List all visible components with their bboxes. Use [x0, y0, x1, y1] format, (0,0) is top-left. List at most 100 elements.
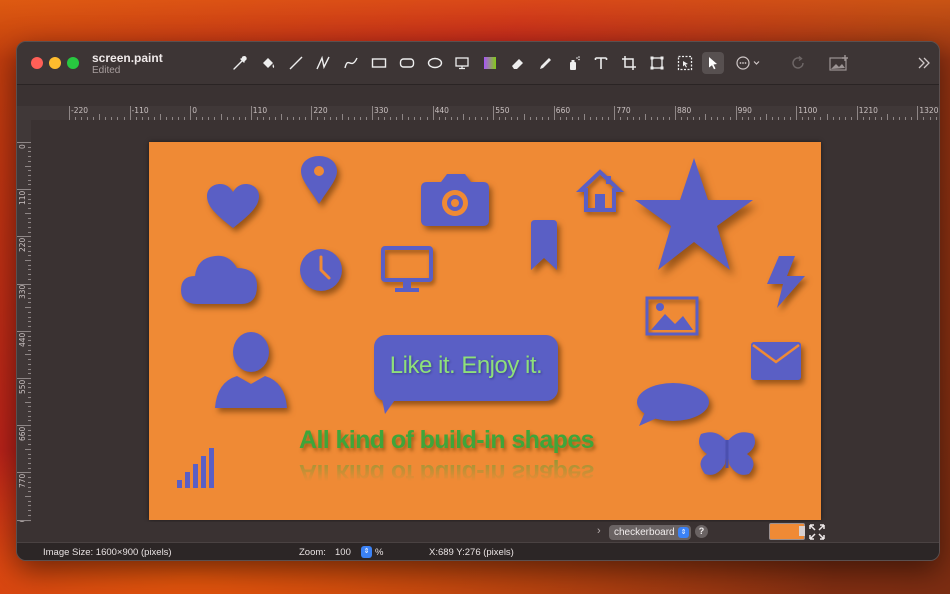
select-arrows-icon: ⇕ — [678, 527, 689, 538]
text-icon — [595, 57, 608, 69]
person-shape[interactable] — [215, 332, 287, 408]
horizontal-ruler: -220 -110 0 110 220 330 440 550 660 770 880 990 1100… — [31, 106, 939, 120]
signal-bars-shape[interactable] — [177, 448, 215, 488]
headline-reflection: All kind of build-in shapes — [299, 459, 594, 487]
ruler-major-tick — [553, 106, 555, 120]
curve-icon — [344, 57, 358, 69]
ruler-label: 1210 — [858, 106, 878, 115]
minimize-window-button[interactable] — [49, 57, 61, 69]
toolbar-overflow-button[interactable] — [913, 52, 935, 74]
chevron-right-icon[interactable]: › — [597, 525, 601, 537]
rounded-rect-tool[interactable] — [396, 52, 418, 74]
ruler-major-tick — [796, 106, 798, 120]
color-well-dropdown[interactable] — [799, 526, 805, 536]
monitor-shape[interactable] — [381, 246, 433, 292]
butterfly-shape[interactable] — [697, 432, 757, 478]
rectangle-icon — [371, 58, 387, 68]
ruler-label: 330 — [374, 106, 389, 115]
ruler-label: -110 — [131, 106, 149, 115]
chat-bubble-shape[interactable] — [635, 382, 709, 428]
ruler-label: 660 — [18, 426, 27, 441]
picture-shape[interactable] — [645, 296, 699, 336]
map-pin-shape[interactable] — [301, 156, 337, 204]
fit-to-window-button[interactable] — [809, 524, 825, 540]
cloud-shape[interactable] — [181, 248, 257, 304]
pencil-tool[interactable] — [535, 52, 557, 74]
crop-tool[interactable] — [618, 52, 640, 74]
shape-library-tool[interactable] — [451, 52, 473, 74]
ruler-label: 110 — [18, 190, 27, 205]
ruler-label: 220 — [18, 237, 27, 253]
selection-icon — [677, 55, 692, 71]
camera-shape[interactable] — [421, 172, 489, 226]
more-options-icon — [736, 56, 760, 70]
eyedropper-icon — [233, 56, 247, 70]
zoom-label: Zoom: — [299, 547, 326, 558]
chevron-double-right-icon — [918, 57, 930, 69]
lightning-shape[interactable] — [765, 256, 805, 308]
zoom-stepper[interactable]: ⇕ — [361, 546, 372, 558]
zoom-input[interactable]: 100 — [329, 545, 361, 560]
heart-shape[interactable] — [207, 184, 259, 230]
ruler-major-tick — [735, 106, 737, 120]
vertical-ruler: 0110220330440550660770880 — [17, 120, 31, 542]
ruler-label: 1100 — [798, 106, 818, 115]
add-image-icon — [829, 55, 848, 71]
ruler-major-tick — [917, 106, 919, 120]
ruler-major-tick — [17, 330, 31, 332]
house-shape[interactable] — [575, 169, 625, 212]
polyline-tool[interactable] — [312, 52, 334, 74]
clock-shape[interactable] — [299, 248, 343, 292]
ruler-major-tick — [856, 106, 858, 120]
star-shape[interactable] — [635, 158, 753, 270]
bookmark-shape[interactable] — [531, 220, 557, 270]
gradient-tool[interactable] — [479, 52, 501, 74]
curve-tool[interactable] — [340, 52, 362, 74]
text-tool[interactable] — [590, 52, 612, 74]
ruler-label: 1320 — [919, 106, 939, 115]
selection-tool[interactable] — [674, 52, 696, 74]
drawing-canvas[interactable]: Like it. Enjoy it. All kind of build-in … — [149, 142, 821, 520]
zoom-window-button[interactable] — [67, 57, 79, 69]
ruler-label: 110 — [252, 106, 268, 115]
headline-text[interactable]: All kind of build-in shapes — [299, 426, 595, 455]
ruler-label: 440 — [434, 106, 449, 115]
canvas-workspace[interactable]: Like it. Enjoy it. All kind of build-in … — [31, 120, 939, 522]
spray-tool[interactable] — [563, 52, 585, 74]
speech-bubble-tail — [381, 394, 399, 414]
eraser-tool[interactable] — [507, 52, 529, 74]
speech-bubble-text[interactable]: Like it. Enjoy it. — [374, 352, 558, 380]
pencil-icon — [539, 58, 551, 69]
more-options-button[interactable] — [735, 52, 769, 74]
transform-tool[interactable] — [646, 52, 668, 74]
background-mode-select[interactable]: checkerboard ⇕ — [609, 525, 691, 540]
ruler-label: 330 — [18, 285, 27, 300]
secondary-toolbar — [17, 84, 939, 106]
pointer-tool[interactable] — [701, 52, 724, 74]
close-window-button[interactable] — [31, 57, 43, 69]
ruler-label: 550 — [18, 379, 27, 394]
ruler-major-tick — [69, 106, 70, 120]
rotate-button[interactable] — [787, 52, 809, 74]
title-bar: screen.paint Edited — [17, 42, 939, 84]
ruler-major-tick — [675, 106, 676, 120]
transform-icon — [650, 56, 664, 70]
ruler-major-tick — [129, 106, 131, 120]
ellipse-tool[interactable] — [424, 52, 446, 74]
ellipse-icon — [427, 57, 442, 69]
line-tool[interactable] — [285, 52, 307, 74]
ruler-major-tick — [432, 106, 434, 120]
envelope-shape[interactable] — [751, 342, 801, 380]
fill-tool[interactable] — [257, 52, 279, 74]
add-image-button[interactable] — [827, 52, 851, 74]
ruler-major-tick — [311, 106, 313, 120]
help-button[interactable]: ? — [695, 525, 708, 538]
eyedropper-tool[interactable] — [229, 52, 251, 74]
ruler-label: -220 — [71, 106, 89, 115]
ruler-corner — [17, 106, 31, 120]
ruler-major-tick — [17, 142, 31, 143]
cursor-coordinates: X:689 Y:276 (pixels) — [429, 547, 514, 558]
rectangle-tool[interactable] — [368, 52, 390, 74]
rounded-rectangle-icon — [399, 58, 414, 68]
ruler-label: 770 — [616, 106, 631, 115]
